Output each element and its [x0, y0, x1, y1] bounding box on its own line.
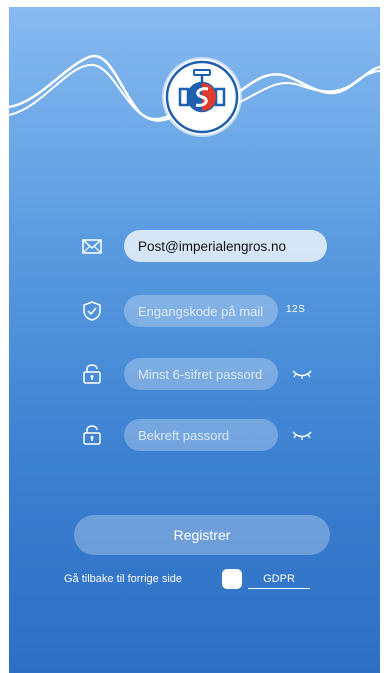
- gdpr-link[interactable]: GDPR: [248, 573, 310, 589]
- mail-icon: [82, 239, 102, 254]
- gdpr-checkbox[interactable]: [222, 569, 242, 589]
- password-field[interactable]: [124, 358, 278, 390]
- valve-logo-icon: [164, 59, 240, 135]
- verification-code-field[interactable]: [124, 295, 278, 327]
- unlock-icon: [83, 364, 101, 384]
- confirm-password-row: [9, 419, 380, 451]
- shield-check-icon: [83, 301, 101, 321]
- email-field[interactable]: [124, 230, 327, 262]
- eye-closed-icon[interactable]: [291, 366, 313, 382]
- unlock-icon: [83, 425, 101, 445]
- email-row: [9, 230, 380, 262]
- register-button[interactable]: Registrer: [74, 515, 330, 555]
- confirm-password-field[interactable]: [124, 419, 278, 451]
- resend-timer[interactable]: 12S: [286, 304, 305, 315]
- code-row: 12S: [9, 295, 380, 327]
- password-row: [9, 358, 380, 390]
- eye-closed-icon[interactable]: [291, 427, 313, 443]
- signup-screen: 12S Registre: [9, 7, 380, 673]
- back-link[interactable]: Gå tilbake til forrige side: [64, 573, 182, 585]
